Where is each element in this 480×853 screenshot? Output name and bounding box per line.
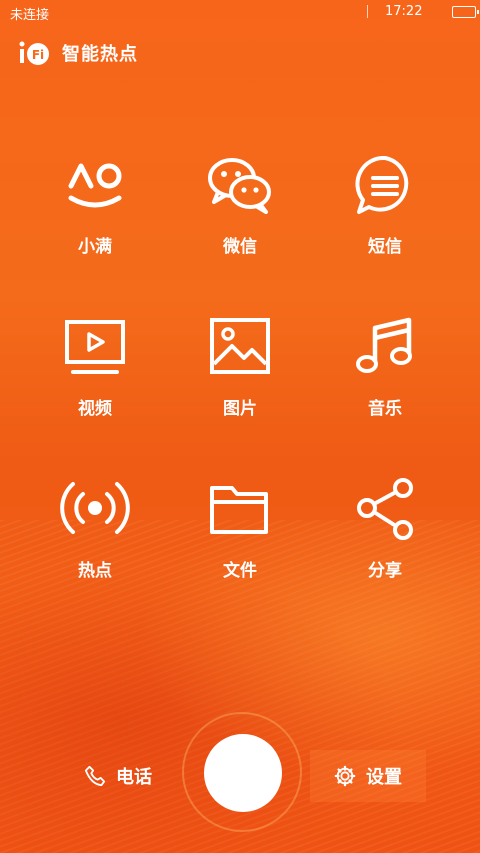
grid-item-video[interactable]: 视频 xyxy=(22,312,168,432)
xiaoman-face-icon xyxy=(68,163,122,208)
status-divider xyxy=(367,5,368,18)
connect-line2: 连接 xyxy=(227,774,258,792)
page-title: 智能热点 xyxy=(62,44,138,65)
device-connect-button[interactable]: 设备 连接 xyxy=(204,734,282,812)
network-status: 未连接 xyxy=(10,8,50,23)
grid-label: 图片 xyxy=(223,399,257,419)
wechat-icon xyxy=(208,158,271,214)
grid-label: 分享 xyxy=(368,561,402,581)
connect-line1: 设备 xyxy=(227,754,258,772)
grid-item-music[interactable]: 音乐 xyxy=(312,312,458,432)
hotspot-icon xyxy=(60,482,130,534)
grid-label: 小满 xyxy=(78,237,112,257)
grid-label: 文件 xyxy=(223,561,257,581)
phone-button[interactable]: 电话 xyxy=(58,750,178,802)
svg-text:Fi: Fi xyxy=(32,48,44,62)
grid-label: 音乐 xyxy=(368,399,402,419)
share-icon xyxy=(357,478,413,540)
settings-label: 设置 xyxy=(366,767,402,788)
grid-item-picture[interactable]: 图片 xyxy=(167,312,313,432)
grid-item-hotspot[interactable]: 热点 xyxy=(22,474,168,594)
gear-icon xyxy=(334,765,356,787)
picture-icon xyxy=(210,318,270,374)
settings-button[interactable]: 设置 xyxy=(310,750,426,802)
music-icon xyxy=(356,317,412,373)
phone-label: 电话 xyxy=(116,767,152,788)
grid-item-sms[interactable]: 短信 xyxy=(312,150,458,270)
folder-icon xyxy=(210,486,268,534)
ifi-logo: Fi xyxy=(19,41,49,65)
grid-label: 热点 xyxy=(78,561,112,581)
battery-icon xyxy=(452,6,479,18)
app-header: Fi 智能热点 xyxy=(18,38,138,68)
clock: 17:22 xyxy=(385,4,423,19)
grid-item-share[interactable]: 分享 xyxy=(312,474,458,594)
phone-icon xyxy=(84,765,106,787)
grid-item-wechat[interactable]: 微信 xyxy=(167,150,313,270)
sms-icon xyxy=(355,155,409,214)
status-bar: 未连接 17:22 xyxy=(0,0,480,24)
grid-label: 微信 xyxy=(223,237,257,257)
video-icon xyxy=(65,320,125,374)
grid-label: 短信 xyxy=(368,237,402,257)
grid-item-xiaoman[interactable]: 小满 xyxy=(22,150,168,270)
grid-item-file[interactable]: 文件 xyxy=(167,474,313,594)
grid-label: 视频 xyxy=(78,399,112,419)
